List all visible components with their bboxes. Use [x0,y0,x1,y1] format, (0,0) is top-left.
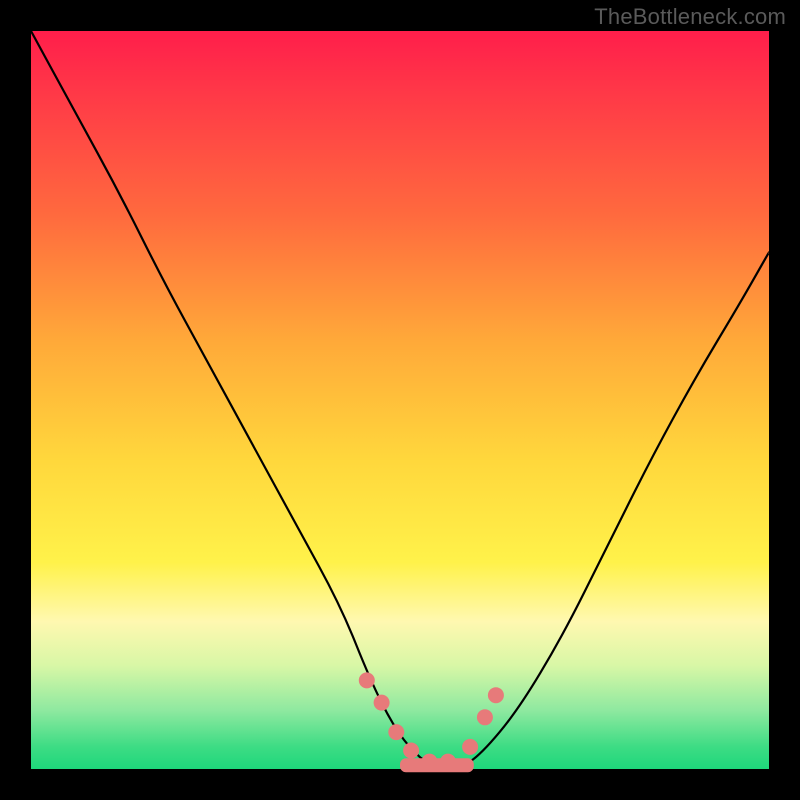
curve-marker [403,743,419,759]
curve-marker [440,754,456,770]
curve-marker [422,754,438,770]
watermark-text: TheBottleneck.com [594,4,786,30]
bottleneck-curve [31,31,769,769]
curve-marker [374,695,390,711]
plot-area [31,31,769,769]
chart-frame: TheBottleneck.com [0,0,800,800]
curve-markers [359,672,504,769]
curve-marker [488,687,504,703]
curve-marker [388,724,404,740]
curve-marker [477,709,493,725]
chart-svg [31,31,769,769]
curve-marker [359,672,375,688]
curve-marker [462,739,478,755]
